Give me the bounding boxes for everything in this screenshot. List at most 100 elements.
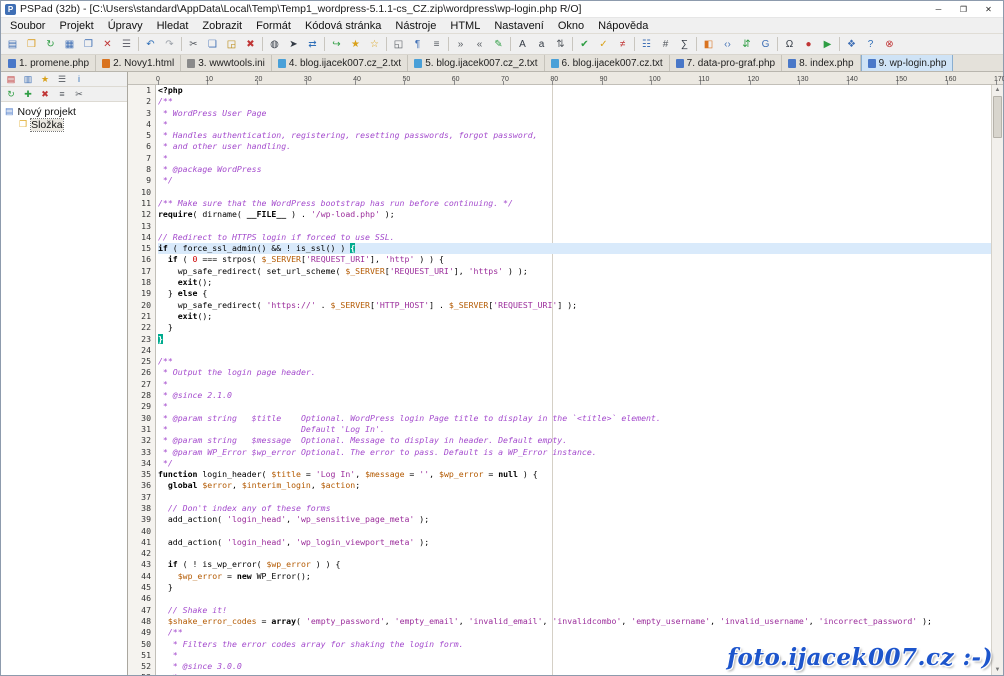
uppercase-button[interactable]: A: [513, 36, 532, 53]
code-line[interactable]: * Handles authentication, registering, r…: [158, 130, 991, 141]
maximize-button[interactable]: ❐: [951, 2, 976, 17]
tree-item-nov-projekt[interactable]: ▤ Nový projekt: [1, 105, 127, 118]
code-line[interactable]: wp_safe_redirect( set_url_scheme( $_SERV…: [158, 266, 991, 277]
html-tags-button[interactable]: ‹›: [718, 36, 737, 53]
code-line[interactable]: *: [158, 379, 991, 390]
code-line[interactable]: * and other user handling.: [158, 141, 991, 152]
code-line[interactable]: // Shake it!: [158, 605, 991, 616]
code-line[interactable]: * @param WP_Error $wp_error Optional. Th…: [158, 447, 991, 458]
code-line[interactable]: if ( ! is_wp_error( $wp_error ) ) {: [158, 559, 991, 570]
menu-item-pravy[interactable]: Úpravy: [101, 19, 150, 33]
menu-item-zobrazit[interactable]: Zobrazit: [195, 19, 249, 33]
new-file-button[interactable]: ▤: [3, 36, 22, 53]
code-line[interactable]: global $error, $interim_login, $action;: [158, 480, 991, 491]
html-preview-button[interactable]: ◧: [699, 36, 718, 53]
tab-4-blog-ijacek007-cz-2-txt[interactable]: 4. blog.ijacek007.cz_2.txt: [271, 55, 409, 71]
code-line[interactable]: function login_header( $title = 'Log In'…: [158, 469, 991, 480]
delete-button[interactable]: ✖: [241, 36, 260, 53]
print-button[interactable]: ☰: [117, 36, 136, 53]
add-file-button[interactable]: ✚: [20, 88, 36, 101]
code-line[interactable]: * Output the login page header.: [158, 367, 991, 378]
hex-editor-button[interactable]: #: [656, 36, 675, 53]
tab-7-data-pro-graf-php[interactable]: 7. data-pro-graf.php: [669, 55, 783, 71]
codepage-button[interactable]: Ω: [780, 36, 799, 53]
remove-file-button[interactable]: ✖: [37, 88, 53, 101]
tab-6-blog-ijacek007-cz-txt[interactable]: 6. blog.ijacek007.cz.txt: [544, 55, 670, 71]
line-numbers-button[interactable]: ≡: [427, 36, 446, 53]
scrollbar-thumb[interactable]: [993, 96, 1002, 138]
tab-5-blog-ijacek007-cz-2-txt[interactable]: 5. blog.ijacek007.cz_2.txt: [408, 55, 545, 71]
goto-line-button[interactable]: ↪: [327, 36, 346, 53]
exit-button[interactable]: ⊗: [880, 36, 899, 53]
code-line[interactable]: add_action( 'login_head', 'wp_sensitive_…: [158, 514, 991, 525]
files-panel-button[interactable]: ▥: [20, 73, 36, 86]
play-macro-button[interactable]: ▶: [818, 36, 837, 53]
window-list-button[interactable]: ❖: [842, 36, 861, 53]
code-line[interactable]: */: [158, 175, 991, 186]
code-line[interactable]: *: [158, 153, 991, 164]
code-line[interactable]: add_action( 'login_head', 'wp_login_view…: [158, 537, 991, 548]
help-button[interactable]: ?: [861, 36, 880, 53]
text-diff-button[interactable]: ≠: [613, 36, 632, 53]
syntax-check-button[interactable]: ✔: [575, 36, 594, 53]
code-line[interactable]: /**: [158, 96, 991, 107]
code-line[interactable]: */: [158, 458, 991, 469]
cut-item-button[interactable]: ✂: [71, 88, 87, 101]
code-line[interactable]: <?php: [158, 85, 991, 96]
bookmark-button[interactable]: ★: [346, 36, 365, 53]
code-area[interactable]: <?php/** * WordPress User Page * * Handl…: [156, 85, 991, 675]
menu-item-k-dov-str-nka[interactable]: Kódová stránka: [298, 19, 388, 33]
code-line[interactable]: [158, 593, 991, 604]
replace-button[interactable]: ⇄: [303, 36, 322, 53]
menu-item-hledat[interactable]: Hledat: [150, 19, 196, 33]
tab-9-wp-login-php[interactable]: 9. wp-login.php: [860, 55, 954, 71]
indent-button[interactable]: »: [451, 36, 470, 53]
undo-button[interactable]: ↶: [141, 36, 160, 53]
refresh-tree-button[interactable]: ↻: [3, 88, 19, 101]
code-explorer-button[interactable]: ☷: [637, 36, 656, 53]
sort-lines-button[interactable]: ⇅: [551, 36, 570, 53]
open-file-button[interactable]: ❒: [22, 36, 41, 53]
code-line[interactable]: *: [158, 672, 991, 675]
menu-item-okno[interactable]: Okno: [551, 19, 591, 33]
code-line[interactable]: $wp_error = new WP_Error();: [158, 571, 991, 582]
code-line[interactable]: require( dirname( __FILE__ ) . '/wp-load…: [158, 209, 991, 220]
word-wrap-button[interactable]: ¶: [408, 36, 427, 53]
code-line[interactable]: * WordPress User Page: [158, 108, 991, 119]
menu-item-form-t[interactable]: Formát: [249, 19, 298, 33]
copy-button[interactable]: ❏: [203, 36, 222, 53]
unindent-button[interactable]: «: [470, 36, 489, 53]
explorer-panel-button[interactable]: ☰: [54, 73, 70, 86]
redo-button[interactable]: ↷: [160, 36, 179, 53]
code-line[interactable]: [158, 187, 991, 198]
comment-block-button[interactable]: ✎: [489, 36, 508, 53]
lowercase-button[interactable]: a: [532, 36, 551, 53]
code-line[interactable]: // Redirect to HTTPS login if forced to …: [158, 232, 991, 243]
close-file-button[interactable]: ✕: [98, 36, 117, 53]
close-button[interactable]: ✕: [976, 2, 1001, 17]
scroll-up-arrow-icon[interactable]: ▲: [992, 85, 1003, 95]
code-line[interactable]: $shake_error_codes = array( 'empty_passw…: [158, 616, 991, 627]
find-next-button[interactable]: ➤: [284, 36, 303, 53]
code-line[interactable]: [158, 492, 991, 503]
favorites-panel-button[interactable]: ★: [37, 73, 53, 86]
code-line[interactable]: exit();: [158, 311, 991, 322]
code-line[interactable]: }: [158, 582, 991, 593]
code-line[interactable]: [158, 548, 991, 559]
menu-item-nastaven[interactable]: Nastavení: [487, 19, 551, 33]
code-line[interactable]: // Don't index any of these forms: [158, 503, 991, 514]
tab-1-promene-php[interactable]: 1. promene.php: [2, 55, 97, 71]
tab-3-wwwtools-ini[interactable]: 3. wwwtools.ini: [181, 55, 272, 71]
code-line[interactable]: * Default 'Log In'.: [158, 424, 991, 435]
code-line[interactable]: }: [158, 333, 991, 345]
code-line[interactable]: /** Make sure that the WordPress bootstr…: [158, 198, 991, 209]
spell-check-button[interactable]: ✓: [594, 36, 613, 53]
paste-button[interactable]: ◲: [222, 36, 241, 53]
code-line[interactable]: [158, 526, 991, 537]
calculator-button[interactable]: ∑: [675, 36, 694, 53]
project-panel-button[interactable]: ▤: [3, 73, 19, 86]
fullscreen-button[interactable]: ◱: [389, 36, 408, 53]
code-line[interactable]: if ( 0 === strpos( $_SERVER['REQUEST_URI…: [158, 254, 991, 265]
code-line[interactable]: * @param string $title Optional. WordPre…: [158, 413, 991, 424]
vertical-scrollbar[interactable]: ▲ ▼: [991, 85, 1003, 675]
